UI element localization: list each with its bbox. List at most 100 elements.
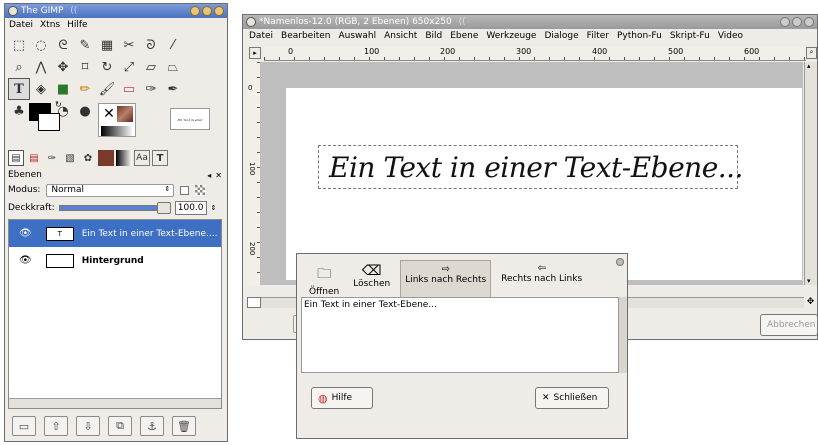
swap-colors-icon[interactable]: ↻ <box>55 100 62 109</box>
canvas-text-layer[interactable]: Ein Text in einer Text-Ebene... <box>318 145 743 189</box>
quickmask-button[interactable] <box>247 297 261 308</box>
menu-dialoge[interactable]: Dialoge <box>544 29 578 44</box>
channels-tab-icon[interactable]: ▤ <box>26 150 42 166</box>
menu-python-fu[interactable]: Python-Fu <box>617 29 662 44</box>
fonts-tab-icon[interactable]: Aa <box>134 150 150 166</box>
scroll-up-icon[interactable]: ▴ <box>807 62 811 70</box>
opacity-slider[interactable] <box>58 202 171 214</box>
menu-datei[interactable]: Datei <box>249 29 273 44</box>
scale-icon[interactable]: ⤢ <box>118 56 140 78</box>
close-button[interactable]: ✕ Schließen <box>535 387 609 409</box>
vertical-scrollbar[interactable]: ▴ ▾ <box>804 62 817 285</box>
minimize-button[interactable] <box>190 6 200 16</box>
scissors-icon[interactable]: ✂ <box>118 34 140 56</box>
layer-name-background[interactable]: Hintergrund <box>82 256 144 266</box>
duplicate-layer-button[interactable]: ⧉ <box>108 416 132 436</box>
menu-video[interactable]: Video <box>718 29 743 44</box>
menu-filter[interactable]: Filter <box>587 29 609 44</box>
menu-werkzeuge[interactable]: Werkzeuge <box>486 29 536 44</box>
dock-menu-icon[interactable]: ◂ <box>207 171 211 180</box>
menu-datei[interactable]: Datei <box>9 18 33 33</box>
dialog-resize-grip[interactable] <box>616 258 624 266</box>
gradient-preview[interactable] <box>101 126 133 136</box>
layers-hscrollbar[interactable] <box>9 398 221 408</box>
cancel-button[interactable]: Abbrechen <box>760 314 818 336</box>
anchor-layer-button[interactable]: ⚓︎ <box>140 416 164 436</box>
zoom-button[interactable]: ⌕ <box>806 47 817 59</box>
minimize-button[interactable] <box>780 17 790 27</box>
ink-icon[interactable]: ✒ <box>162 78 184 100</box>
pencil-icon[interactable]: ✏ <box>74 78 96 100</box>
clear-button[interactable]: ⌫ Löschen <box>349 260 394 300</box>
eraser-icon[interactable]: ▭ <box>118 78 140 100</box>
measure-icon[interactable]: ⋀ <box>30 56 52 78</box>
menu-hilfe[interactable]: Hilfe <box>67 18 87 33</box>
maximize-button[interactable] <box>202 6 212 16</box>
undo-tab-icon[interactable]: ▧ <box>62 150 78 166</box>
color-select-icon[interactable]: ▦ <box>96 34 118 56</box>
layer-name-text[interactable]: Ein Text in einer Text-Ebene.... <box>82 229 218 239</box>
airbrush-icon[interactable]: ✑ <box>140 78 162 100</box>
color-picker-icon[interactable]: ⁄ <box>162 34 184 56</box>
bucket-fill-icon[interactable]: ◈ <box>30 78 52 100</box>
crop-icon[interactable]: ⌑ <box>74 56 96 78</box>
opacity-field[interactable]: 100.0 <box>174 201 207 215</box>
gradients-tab-icon[interactable] <box>116 150 132 166</box>
scroll-down-icon[interactable]: ▾ <box>807 277 811 285</box>
close-button[interactable] <box>804 17 814 27</box>
move-icon[interactable]: ✥ <box>52 56 74 78</box>
menu-xtns[interactable]: Xtns <box>40 18 60 33</box>
delete-layer-button[interactable]: 🗑︎ <box>172 416 196 436</box>
menu-bearbeiten[interactable]: Bearbeiten <box>281 29 330 44</box>
rect-select-icon[interactable]: ⬚ <box>8 34 30 56</box>
text-tab-icon[interactable]: T <box>152 150 168 166</box>
zoom-icon[interactable]: ⌕ <box>8 56 30 78</box>
close-button[interactable] <box>214 6 224 16</box>
menu-skript-fu[interactable]: Skript-Fu <box>670 29 710 44</box>
clone-icon[interactable]: ♣ <box>8 100 30 122</box>
ltr-button[interactable]: ⇨ Links nach Rechts <box>400 260 492 300</box>
ellipse-select-icon[interactable]: ◌ <box>30 34 52 56</box>
opacity-slider-handle[interactable] <box>156 202 171 214</box>
eye-icon[interactable]: 👁︎ <box>19 255 32 266</box>
image-titlebar[interactable]: *Namenlos-12.0 (RGB, 2 Ebenen) 650x250 (… <box>243 15 817 29</box>
paths-tab-icon[interactable]: ✑ <box>44 150 60 166</box>
editor-scrollbar[interactable] <box>619 297 627 373</box>
keep-transparency-checkbox[interactable] <box>180 185 190 195</box>
raise-layer-button[interactable]: ⇧ <box>44 416 68 436</box>
new-layer-button[interactable]: ▭ <box>12 416 36 436</box>
menu-bild[interactable]: Bild <box>425 29 442 44</box>
dock-close-icon[interactable]: ✕ <box>215 171 222 180</box>
open-button[interactable]: 🗀︎ Öffnen <box>305 260 343 300</box>
layer-row-text[interactable]: 👁︎ T Ein Text in einer Text-Ebene.... <box>9 220 221 247</box>
maximize-button[interactable] <box>792 17 802 27</box>
paths-icon[interactable]: ᘐ <box>140 34 162 56</box>
brush-preview[interactable]: ✕ <box>101 106 117 122</box>
blend-icon[interactable]: ■ <box>52 78 74 100</box>
patterns-tab-icon[interactable] <box>98 150 114 166</box>
lower-layer-button[interactable]: ⇩ <box>76 416 100 436</box>
brushes-tab-icon[interactable]: ✿ <box>80 150 96 166</box>
background-color[interactable] <box>38 113 60 131</box>
shear-icon[interactable]: ▱ <box>140 56 162 78</box>
text-editor-area[interactable]: Ein Text in einer Text-Ebene... <box>301 297 619 373</box>
layer-row-background[interactable]: 👁︎ Hintergrund <box>9 247 221 274</box>
navigate-icon[interactable]: ✥ <box>804 297 817 308</box>
menu-ebene[interactable]: Ebene <box>450 29 478 44</box>
rtl-button[interactable]: ⇦ Rechts nach Links <box>497 260 586 300</box>
image-preview[interactable]: ƐƖn Ƭext in einer <box>170 108 210 130</box>
opacity-spin-icon[interactable]: ⇕ <box>211 204 217 212</box>
perspective-icon[interactable]: ⏢ <box>162 56 184 78</box>
mode-select[interactable]: Normal ⇕ <box>46 183 175 197</box>
eye-icon[interactable]: 👁︎ <box>19 228 32 239</box>
toolbox-titlebar[interactable]: The GIMP (( <box>5 4 227 18</box>
rotate-icon[interactable]: ↻ <box>96 56 118 78</box>
layers-tab-icon[interactable]: ▤ <box>8 150 24 166</box>
help-button[interactable]: ◍ Hilfe <box>311 387 373 409</box>
menu-button[interactable]: ▸ <box>249 47 261 59</box>
pattern-preview[interactable] <box>117 106 133 122</box>
menu-ansicht[interactable]: Ansicht <box>384 29 417 44</box>
text-tool-icon[interactable]: T <box>8 78 30 100</box>
vertical-ruler[interactable]: 0 100 200 <box>247 62 261 285</box>
fuzzy-select-icon[interactable]: ✎ <box>74 34 96 56</box>
